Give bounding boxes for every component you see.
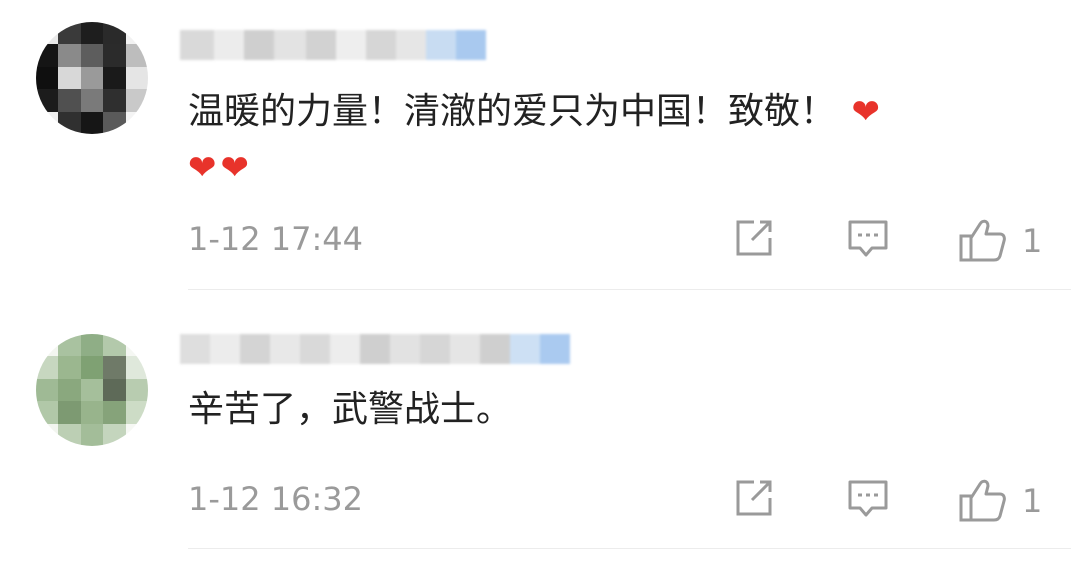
comment-item: 辛苦了，武警战士。 1-12 16:32 1 — [0, 290, 1071, 562]
like-button[interactable] — [958, 216, 1008, 264]
like-count: 1 — [1022, 482, 1043, 520]
username-blurred[interactable] — [180, 30, 486, 60]
reply-button[interactable] — [846, 216, 890, 260]
like-count: 1 — [1022, 222, 1043, 260]
share-icon — [736, 480, 772, 516]
comment-text: 辛苦了，武警战士。 — [188, 389, 513, 430]
like-icon — [959, 219, 1006, 262]
reply-icon — [848, 220, 888, 257]
reply-icon — [848, 480, 888, 517]
like-button[interactable] — [958, 476, 1008, 524]
avatar[interactable] — [36, 22, 148, 134]
username-blurred[interactable] — [180, 334, 570, 364]
heart-emoji: ❤ — [851, 92, 880, 132]
comment-item: 温暖的力量！清澈的爱只为中国！致敬！ ❤ ❤ ❤ 1-12 17:44 1 — [0, 0, 1071, 290]
comment-timestamp: 1-12 17:44 — [188, 220, 364, 258]
heart-emoji: ❤ — [220, 148, 250, 188]
heart-emoji: ❤ — [188, 148, 217, 188]
share-button[interactable] — [732, 476, 776, 520]
share-button[interactable] — [732, 216, 776, 260]
like-icon — [959, 479, 1006, 522]
reply-button[interactable] — [846, 476, 890, 520]
divider — [188, 548, 1071, 549]
comment-text-content: 温暖的力量！清澈的爱只为中国！致敬！ — [188, 91, 837, 132]
comment-text: 温暖的力量！清澈的爱只为中国！致敬！ ❤ ❤ ❤ — [188, 84, 1048, 196]
comment-timestamp: 1-12 16:32 — [188, 480, 364, 518]
share-icon — [736, 220, 772, 256]
avatar[interactable] — [36, 334, 148, 446]
